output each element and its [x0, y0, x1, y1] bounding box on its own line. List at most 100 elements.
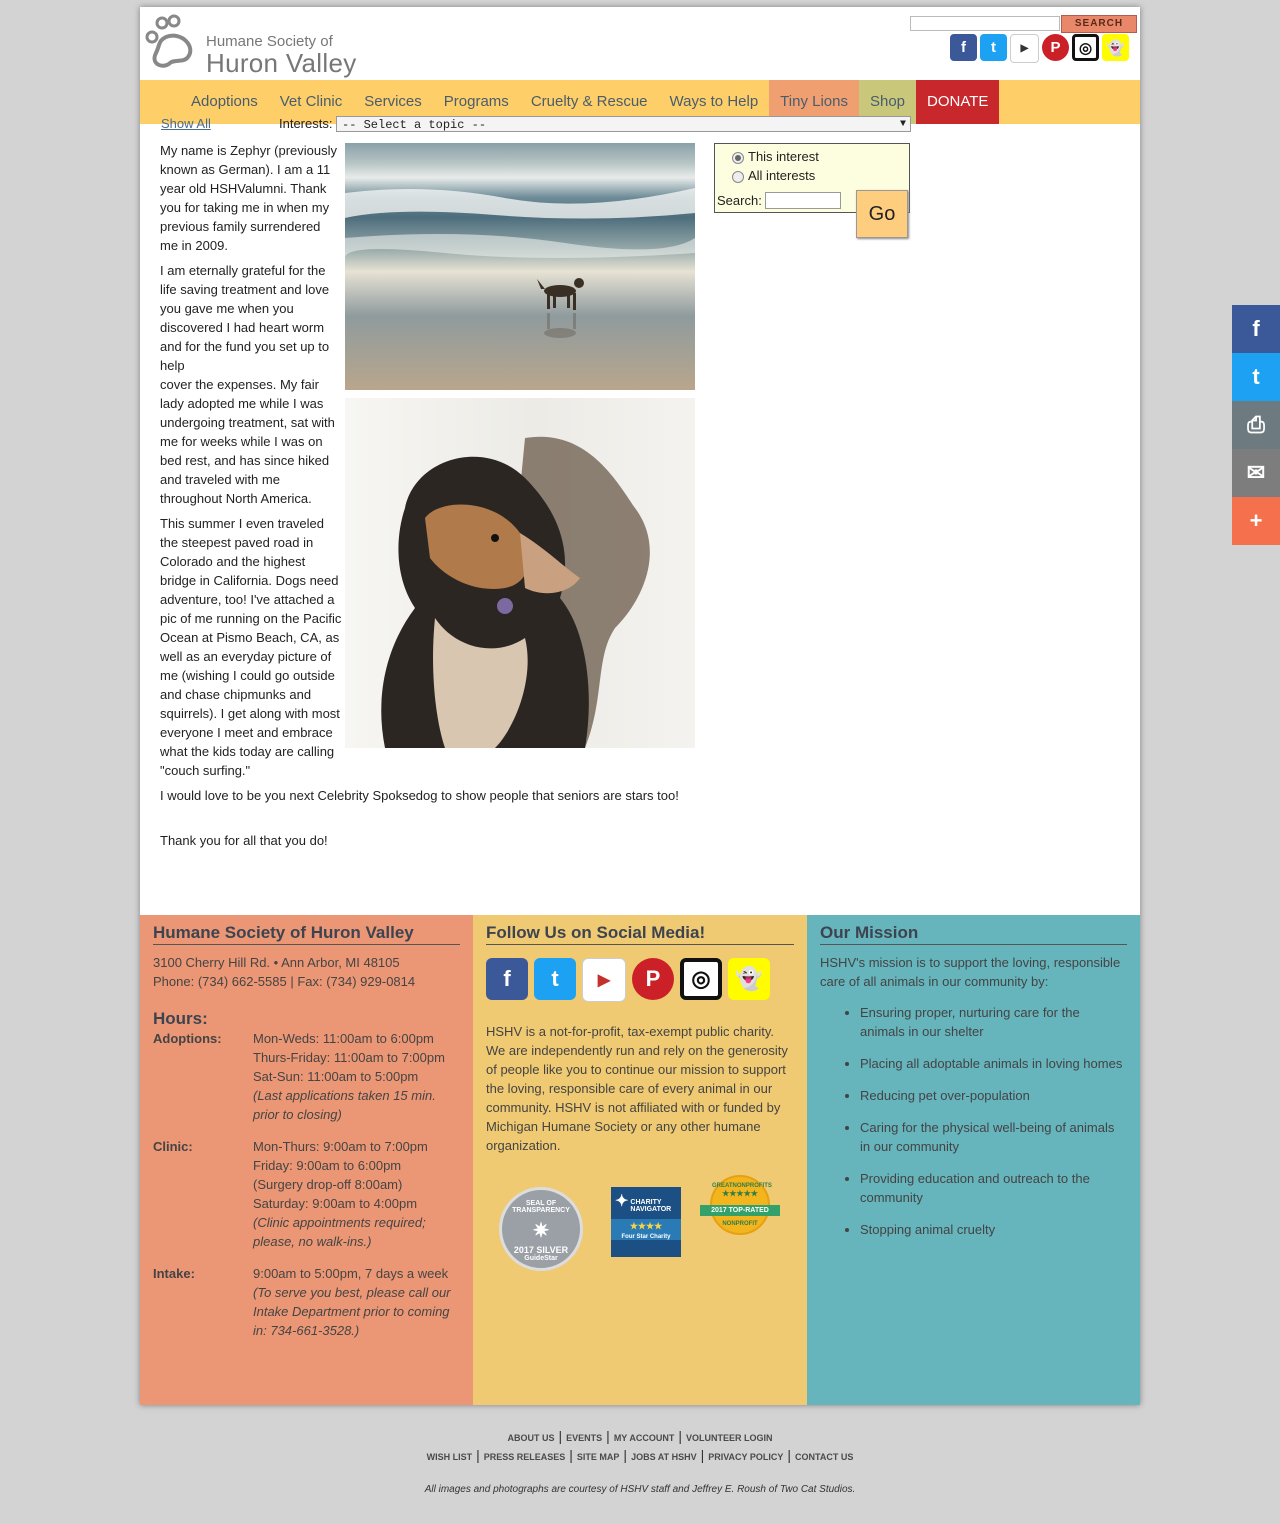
four-stars-icon: ★★★★: [611, 1219, 681, 1234]
go-button[interactable]: Go: [856, 190, 908, 238]
mission-item: Ensuring proper, nurturing care for the …: [860, 1003, 1127, 1041]
interests-label: Interests:: [279, 116, 333, 131]
hours-row: Clinic: Mon-Thurs: 9:00am to 7:00pm Frid…: [153, 1137, 460, 1251]
story-paragraph: cover the expenses. My fair lady adopted…: [160, 377, 335, 506]
footer-social-column: Follow Us on Social Media! f t ▶ P ◎ 👻 H…: [473, 915, 807, 1405]
mission-item: Placing all adoptable animals in loving …: [860, 1054, 1127, 1073]
charity-navigator-rating: Four Star Charity: [611, 1234, 681, 1240]
address: 3100 Cherry Hill Rd. • Ann Arbor, MI 481…: [153, 955, 400, 970]
hours-value: (Surgery drop-off 8:00am): [253, 1177, 403, 1192]
hours-note: (Clinic appointments required; please, n…: [253, 1215, 426, 1249]
org-name-heading: Humane Society of Huron Valley: [153, 923, 460, 945]
hours-label: Intake:: [153, 1266, 195, 1281]
site-search-input[interactable]: [910, 16, 1060, 31]
footer-link-contact[interactable]: CONTACT US: [795, 1452, 853, 1462]
youtube-icon[interactable]: ▶: [582, 958, 626, 1002]
link-separator: |: [569, 1447, 573, 1463]
greatnonprofits-award: 2017 TOP-RATED: [700, 1205, 780, 1216]
hours-value: Mon-Thurs: 9:00am to 7:00pm: [253, 1139, 428, 1154]
radio-this-interest[interactable]: This interest: [732, 149, 819, 164]
twitter-icon[interactable]: t: [980, 34, 1007, 61]
interest-search-input[interactable]: [765, 192, 841, 209]
charity-navigator-badge[interactable]: ✦ CHARITY NAVIGATOR ★★★★ Four Star Chari…: [611, 1187, 681, 1257]
mission-item: Caring for the physical well-being of an…: [860, 1118, 1127, 1156]
stars-icon: ★★★★★: [722, 1189, 758, 1198]
footer-link-wish-list[interactable]: WISH LIST: [427, 1452, 473, 1462]
logo-line2: Huron Valley: [206, 48, 357, 78]
radio-all-interests-label: All interests: [748, 168, 816, 183]
beach-dog-photo: [345, 143, 695, 390]
hours-row: Intake: 9:00am to 5:00pm, 7 days a week …: [153, 1264, 460, 1340]
hours-label: Clinic:: [153, 1139, 193, 1154]
photo-credit: All images and photographs are courtesy …: [424, 1484, 856, 1495]
share-facebook-icon[interactable]: f: [1232, 305, 1280, 353]
mission-heading: Our Mission: [820, 923, 1127, 945]
footer-link-about[interactable]: ABOUT US: [508, 1433, 555, 1443]
greatnonprofits-text: GREATNONPROFITS: [712, 1183, 772, 1189]
footer-mission-column: Our Mission HSHV's mission is to support…: [807, 915, 1140, 1405]
footer-link-site-map[interactable]: SITE MAP: [577, 1452, 620, 1462]
facebook-icon[interactable]: f: [950, 34, 977, 61]
youtube-icon[interactable]: ▶: [1010, 34, 1039, 63]
guidestar-seal-badge[interactable]: SEAL OF TRANSPARENCY ✷ 2017 SILVER Guide…: [499, 1187, 583, 1271]
paw-logo-icon: [145, 14, 193, 68]
compass-icon: ✦: [615, 1193, 629, 1210]
radio-button[interactable]: [732, 151, 744, 164]
share-email-icon[interactable]: ✉: [1232, 449, 1280, 497]
footer-link-events[interactable]: EVENTS: [566, 1433, 602, 1443]
story-thanks: Thank you for all that you do!: [160, 833, 328, 848]
mission-item: Reducing pet over-population: [860, 1086, 1127, 1105]
hours-note: (To serve you best, please call our Inta…: [253, 1285, 451, 1338]
mission-list: Ensuring proper, nurturing care for the …: [820, 1003, 1127, 1239]
footer-link-press-releases[interactable]: PRESS RELEASES: [484, 1452, 566, 1462]
pinterest-icon[interactable]: P: [1042, 34, 1069, 61]
interests-select-value: -- Select a topic --: [342, 118, 487, 132]
link-separator: |: [476, 1447, 480, 1463]
share-plus-icon[interactable]: +: [1232, 497, 1280, 545]
link-separator: |: [623, 1447, 628, 1463]
story-paragraph-wide: I would love to be you next Celebrity Sp…: [160, 788, 679, 803]
radio-all-interests[interactable]: All interests: [732, 168, 815, 183]
greatnonprofits-badge[interactable]: GREATNONPROFITS ★★★★★ 2017 TOP-RATED NON…: [698, 1175, 782, 1239]
hours-value: 9:00am to 5:00pm, 7 days a week: [253, 1266, 449, 1281]
mission-item: Providing education and outreach to the …: [860, 1169, 1127, 1207]
story-paragraph: I am eternally grateful for the life sav…: [160, 263, 330, 373]
nav-donate[interactable]: DONATE: [916, 80, 1000, 124]
facebook-icon[interactable]: f: [486, 958, 528, 1000]
hours-note: (Last applications taken 15 min. prior t…: [253, 1088, 436, 1122]
instagram-icon[interactable]: ◎: [1072, 34, 1099, 61]
share-print-icon[interactable]: ⎙: [1232, 401, 1280, 449]
pinterest-icon[interactable]: P: [632, 958, 674, 1000]
snapchat-icon[interactable]: 👻: [1102, 34, 1129, 61]
phone-fax: Phone: (734) 662-5585 | Fax: (734) 929-0…: [153, 974, 416, 989]
radio-button[interactable]: [732, 170, 744, 183]
footer-contact-column: Humane Society of Huron Valley 3100 Cher…: [140, 915, 473, 1405]
footer-link-jobs[interactable]: JOBS AT HSHV: [631, 1452, 697, 1462]
hours-label: Adoptions:: [153, 1031, 222, 1046]
share-twitter-icon[interactable]: t: [1232, 353, 1280, 401]
snapchat-icon[interactable]: 👻: [728, 958, 770, 1000]
hours-row: Adoptions: Mon-Weds: 11:00am to 6:00pm T…: [153, 1029, 460, 1124]
guidestar-name: GuideStar: [524, 1255, 558, 1262]
charity-badges: SEAL OF TRANSPARENCY ✷ 2017 SILVER Guide…: [486, 1175, 794, 1285]
twitter-icon[interactable]: t: [534, 958, 576, 1000]
show-all-link[interactable]: Show All: [161, 116, 211, 131]
hours-table: Adoptions: Mon-Weds: 11:00am to 6:00pm T…: [153, 1029, 460, 1340]
interests-select[interactable]: -- Select a topic -- ▼: [336, 116, 911, 132]
footer-social-links: f t ▶ P ◎ 👻: [486, 958, 794, 1002]
footer-link-privacy[interactable]: PRIVACY POLICY: [708, 1452, 783, 1462]
hours-value: Friday: 9:00am to 6:00pm: [253, 1158, 402, 1173]
site-logo[interactable]: Humane Society of Huron Valley: [144, 13, 374, 78]
hours-heading: Hours:: [153, 1009, 208, 1028]
footer-link-volunteer-login[interactable]: VOLUNTEER LOGIN: [686, 1433, 773, 1443]
story-paragraph: My name is Zephyr (previously known as G…: [160, 143, 337, 253]
site-search-button[interactable]: SEARCH: [1061, 15, 1137, 33]
mission-item: Stopping animal cruelty: [860, 1220, 1127, 1239]
hours-value: Saturday: 9:00am to 4:00pm: [253, 1196, 418, 1211]
instagram-icon[interactable]: ◎: [680, 958, 722, 1000]
footer-link-my-account[interactable]: MY ACCOUNT: [614, 1433, 675, 1443]
hours-value: Mon-Weds: 11:00am to 6:00pm: [253, 1031, 434, 1046]
header-social-links: f t ▶ P ◎ 👻: [950, 34, 1129, 63]
story-text: My name is Zephyr (previously known as G…: [160, 141, 342, 786]
dropdown-arrow-icon: ▼: [899, 119, 906, 130]
